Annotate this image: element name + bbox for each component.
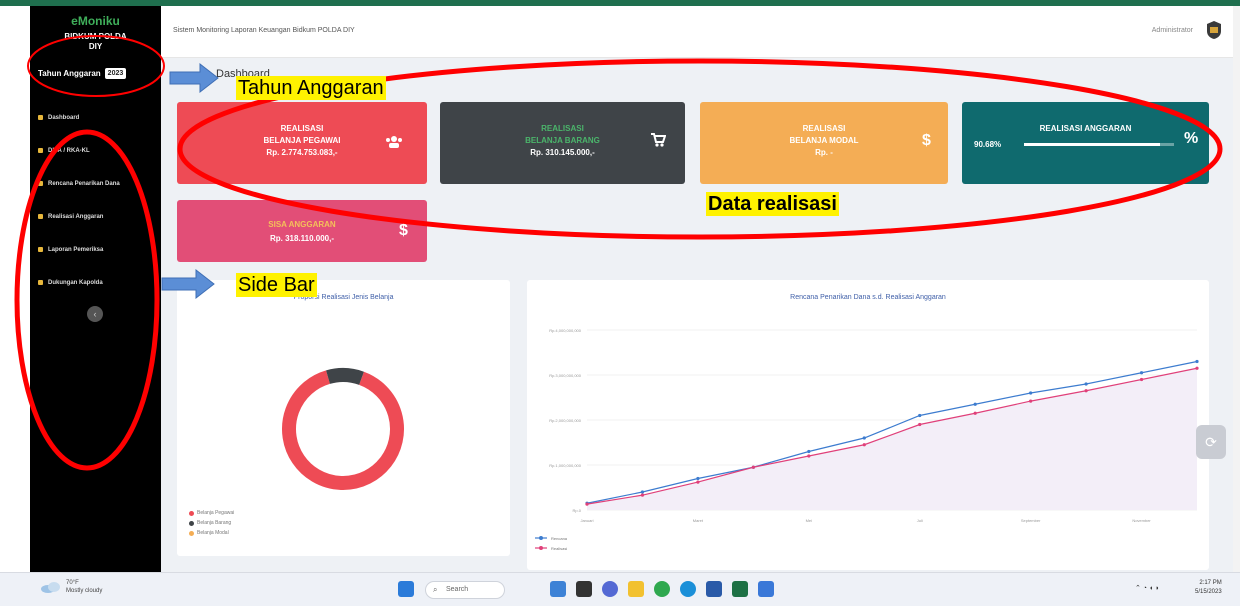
clock-time: 2:17 PM — [1199, 580, 1222, 586]
arrow-icon — [161, 268, 215, 300]
chrome-icon[interactable] — [654, 581, 670, 597]
search-icon: ⌕ — [433, 585, 438, 594]
weather-widget[interactable]: 70°F Mostly cloudy — [40, 579, 102, 595]
excel-icon[interactable] — [732, 581, 748, 597]
arrow-icon — [169, 62, 219, 94]
taskbar: 70°F Mostly cloudy ⌕ Search ⌃ ◔ ◖ ◗ 2:17… — [0, 572, 1240, 606]
folder-icon[interactable] — [628, 581, 644, 597]
clock[interactable]: 2:17 PM 5/15/2023 — [1195, 579, 1222, 597]
widgets-icon[interactable] — [576, 581, 592, 597]
taskbar-search[interactable]: ⌕ Search — [425, 581, 505, 599]
cloud-icon — [41, 582, 60, 593]
clock-date: 5/15/2023 — [1195, 589, 1222, 595]
taskview-icon[interactable] — [550, 581, 566, 597]
weather-text: 70°F Mostly cloudy — [66, 579, 102, 595]
app-icon[interactable] — [758, 581, 774, 597]
annotation-label-sidebar: Side Bar — [236, 273, 317, 297]
word-icon[interactable] — [706, 581, 722, 597]
weather-desc: Mostly cloudy — [66, 588, 103, 594]
search-label: Search — [446, 586, 469, 593]
annotation-ellipse-sidebar — [14, 129, 160, 471]
annotation-label-data: Data realisasi — [706, 192, 839, 216]
annotation-overlay — [14, 35, 1223, 471]
weather-temp: 70°F — [66, 580, 79, 586]
chat-icon[interactable] — [602, 581, 618, 597]
annotation-label-year: Tahun Anggaran — [236, 76, 386, 100]
start-icon[interactable] — [398, 581, 414, 597]
edge-icon[interactable] — [680, 581, 696, 597]
annotation-ellipse-year — [27, 35, 165, 97]
system-tray[interactable]: ⌃ ◔ ◖ ◗ — [1135, 584, 1159, 592]
